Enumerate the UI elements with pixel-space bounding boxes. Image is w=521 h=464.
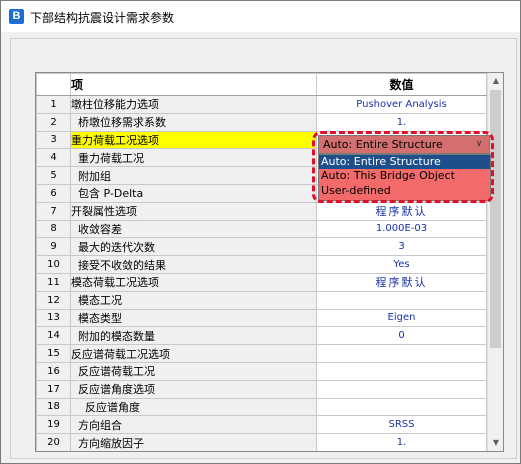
row-value[interactable]: 1. <box>316 112 487 132</box>
row-value[interactable]: 0 <box>316 326 487 346</box>
row-label: 反应谱荷载工况选项 <box>70 344 317 363</box>
table-row[interactable]: 18 反应谱角度 <box>36 397 487 417</box>
table-row[interactable]: 9 最大的迭代次数 3 <box>36 237 487 257</box>
table-row[interactable]: 10 接受不收敛的结果 Yes <box>36 255 487 274</box>
header-number <box>36 73 71 96</box>
table-row[interactable]: 8 收敛容差 1.000E-03 <box>36 219 487 239</box>
table-row[interactable]: 14 附加的模态数量 0 <box>36 326 487 346</box>
table-row[interactable]: 1 墩柱位移能力选项 Pushover Analysis <box>36 95 487 114</box>
row-value[interactable] <box>316 397 487 417</box>
table-row[interactable]: 12 模态工况 <box>36 290 487 310</box>
row-value[interactable]: 1.000E-03 <box>316 219 487 239</box>
title-bar[interactable]: B 下部结构抗震设计需求参数 <box>1 1 520 32</box>
dropdown-option[interactable]: Auto: Entire Structure <box>319 155 490 170</box>
row-value[interactable]: Eigen <box>316 308 487 328</box>
row-number: 16 <box>36 361 71 381</box>
row-value[interactable]: SRSS <box>316 415 487 435</box>
row-number: 7 <box>36 201 71 221</box>
row-value[interactable] <box>316 379 487 399</box>
row-number: 9 <box>36 237 71 257</box>
row-label: 反应谱角度 <box>70 397 317 417</box>
row-label: 重力荷载工况 <box>70 148 317 168</box>
table-row[interactable]: 11 模态荷载工况选项 程序默认 <box>36 272 487 292</box>
parameter-grid: 项 数值 1 墩柱位移能力选项 Pushover Analysis 2 桥墩位移需求系… <box>35 72 504 452</box>
row-label: 重力荷载工况选项 <box>70 130 317 150</box>
dropdown-option[interactable]: Auto: This Bridge Object <box>319 169 490 183</box>
row-label: 收敛容差 <box>70 219 317 239</box>
scroll-down-icon[interactable]: ▼ <box>488 435 503 451</box>
table-row[interactable]: 13 模态类型 Eigen <box>36 308 487 328</box>
row-label: 附加的模态数量 <box>70 326 317 346</box>
row-label: 附加组 <box>70 166 317 185</box>
row-label: 反应谱角度选项 <box>70 379 317 399</box>
row-label: 模态工况 <box>70 290 317 310</box>
row-value[interactable] <box>316 344 487 363</box>
row-label: 方向缩放因子 <box>70 433 317 451</box>
row-label: 模态荷载工况选项 <box>70 272 317 292</box>
vertical-scrollbar[interactable]: ▲ ▼ <box>487 73 503 451</box>
row-value[interactable]: 3 <box>316 237 487 257</box>
dropdown-current[interactable]: Auto: Entire Structure ∨ <box>318 135 490 154</box>
row-label: 墩柱位移能力选项 <box>70 95 317 114</box>
row-number: 13 <box>36 308 71 328</box>
scroll-thumb[interactable] <box>490 90 501 348</box>
header-row: 项 数值 <box>36 73 487 96</box>
row-number: 4 <box>36 148 71 168</box>
row-label: 开裂属性选项 <box>70 201 317 221</box>
row-value[interactable]: 程序默认 <box>316 272 487 292</box>
row-number: 11 <box>36 272 71 292</box>
row-value[interactable]: 1. <box>316 433 487 451</box>
row-value[interactable]: 程序默认 <box>316 201 487 221</box>
row-number: 1 <box>36 95 71 114</box>
window-title: 下部结构抗震设计需求参数 <box>30 11 175 25</box>
row-number: 8 <box>36 219 71 239</box>
scroll-up-icon[interactable]: ▲ <box>488 73 503 89</box>
row-number: 17 <box>36 379 71 399</box>
table-row[interactable]: 15 反应谱荷载工况选项 <box>36 344 487 363</box>
row-number: 6 <box>36 183 71 203</box>
row-label: 模态类型 <box>70 308 317 328</box>
row-value[interactable]: Pushover Analysis <box>316 95 487 114</box>
row-number: 2 <box>36 112 71 132</box>
table-row[interactable]: 17 反应谱角度选项 <box>36 379 487 399</box>
row-label: 反应谱荷载工况 <box>70 361 317 381</box>
app-icon: B <box>9 9 24 24</box>
row-number: 10 <box>36 255 71 274</box>
row-value[interactable] <box>316 290 487 310</box>
parameter-table: 项 数值 1 墩柱位移能力选项 Pushover Analysis 2 桥墩位移需求系… <box>36 73 487 451</box>
table-row[interactable]: 16 反应谱荷载工况 <box>36 361 487 381</box>
row-label: 包含 P-Delta <box>70 183 317 203</box>
dropdown-option[interactable]: User-defined <box>319 184 490 198</box>
row-number: 5 <box>36 166 71 185</box>
dropdown-list: Auto: Entire Structure Auto: This Bridge… <box>318 154 491 201</box>
header-item: 项 <box>70 73 317 96</box>
row-label: 方向组合 <box>70 415 317 435</box>
table-row[interactable]: 20 方向缩放因子 1. <box>36 433 487 451</box>
row-label: 桥墩位移需求系数 <box>70 112 317 132</box>
dropdown-current-value: Auto: Entire Structure <box>323 138 443 151</box>
row-number: 19 <box>36 415 71 435</box>
row-number: 15 <box>36 344 71 363</box>
row-label: 接受不收敛的结果 <box>70 255 317 274</box>
row-value[interactable]: Yes <box>316 255 487 274</box>
header-value: 数值 <box>316 73 487 96</box>
row-number: 12 <box>36 290 71 310</box>
table-row[interactable]: 19 方向组合 SRSS <box>36 415 487 435</box>
row-value[interactable] <box>316 361 487 381</box>
table-row[interactable]: 2 桥墩位移需求系数 1. <box>36 112 487 132</box>
row-number: 14 <box>36 326 71 346</box>
row-number: 3 <box>36 130 71 150</box>
row-label: 最大的迭代次数 <box>70 237 317 257</box>
table-row[interactable]: 7 开裂属性选项 程序默认 <box>36 201 487 221</box>
row-number: 20 <box>36 433 71 451</box>
row-number: 18 <box>36 397 71 417</box>
chevron-down-icon[interactable]: ∨ <box>472 136 486 153</box>
